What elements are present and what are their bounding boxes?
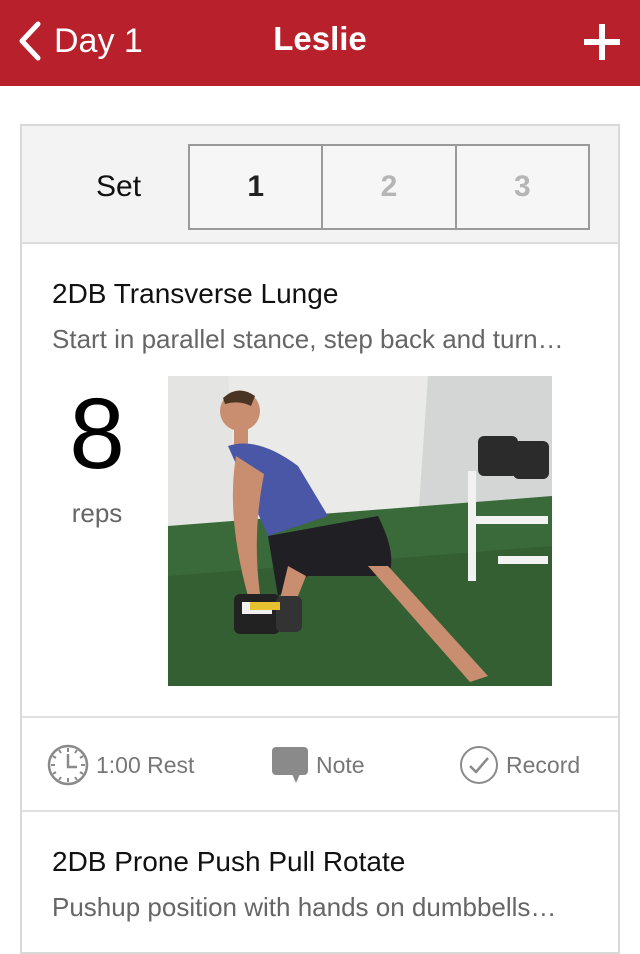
- reps-unit: reps: [71, 498, 123, 528]
- set-segmented-control: 1 2 3: [188, 144, 590, 230]
- exercise-description: Pushup position with hands on dumbbells…: [52, 892, 557, 922]
- note-button[interactable]: Note: [270, 742, 365, 788]
- exercise-actions-row: 1:00 Rest Note Record: [22, 716, 618, 812]
- set-option-2[interactable]: 2: [321, 146, 454, 228]
- set-option-1[interactable]: 1: [190, 146, 321, 228]
- exercise-description: Start in parallel stance, step back and …: [52, 324, 564, 354]
- checkmark-circle-icon: [460, 746, 498, 784]
- clock-icon: [47, 744, 89, 786]
- page-title: Leslie: [273, 20, 367, 57]
- exercise-photo[interactable]: [168, 376, 552, 686]
- reps-value: 8: [69, 378, 125, 490]
- navigation-bar: Day 1 Leslie: [0, 0, 640, 86]
- note-label: Note: [316, 751, 365, 778]
- speech-bubble-icon: [272, 747, 308, 783]
- workout-card: Set 1 2 3 2DB Transverse Lunge Start in …: [20, 124, 620, 954]
- plus-icon: [584, 24, 620, 60]
- exercise-title[interactable]: 2DB Prone Push Pull Rotate: [52, 846, 405, 878]
- rest-label: 1:00 Rest: [96, 751, 195, 778]
- exercise-title[interactable]: 2DB Transverse Lunge: [52, 278, 338, 310]
- set-selector-bar: Set 1 2 3: [22, 126, 618, 244]
- rest-timer-button[interactable]: 1:00 Rest: [46, 742, 194, 788]
- set-label: Set: [96, 170, 142, 203]
- exercise-photo-image: [168, 376, 552, 686]
- record-label: Record: [506, 751, 581, 778]
- set-option-3[interactable]: 3: [454, 146, 588, 228]
- record-button[interactable]: Record: [458, 742, 580, 788]
- add-button[interactable]: [582, 22, 622, 62]
